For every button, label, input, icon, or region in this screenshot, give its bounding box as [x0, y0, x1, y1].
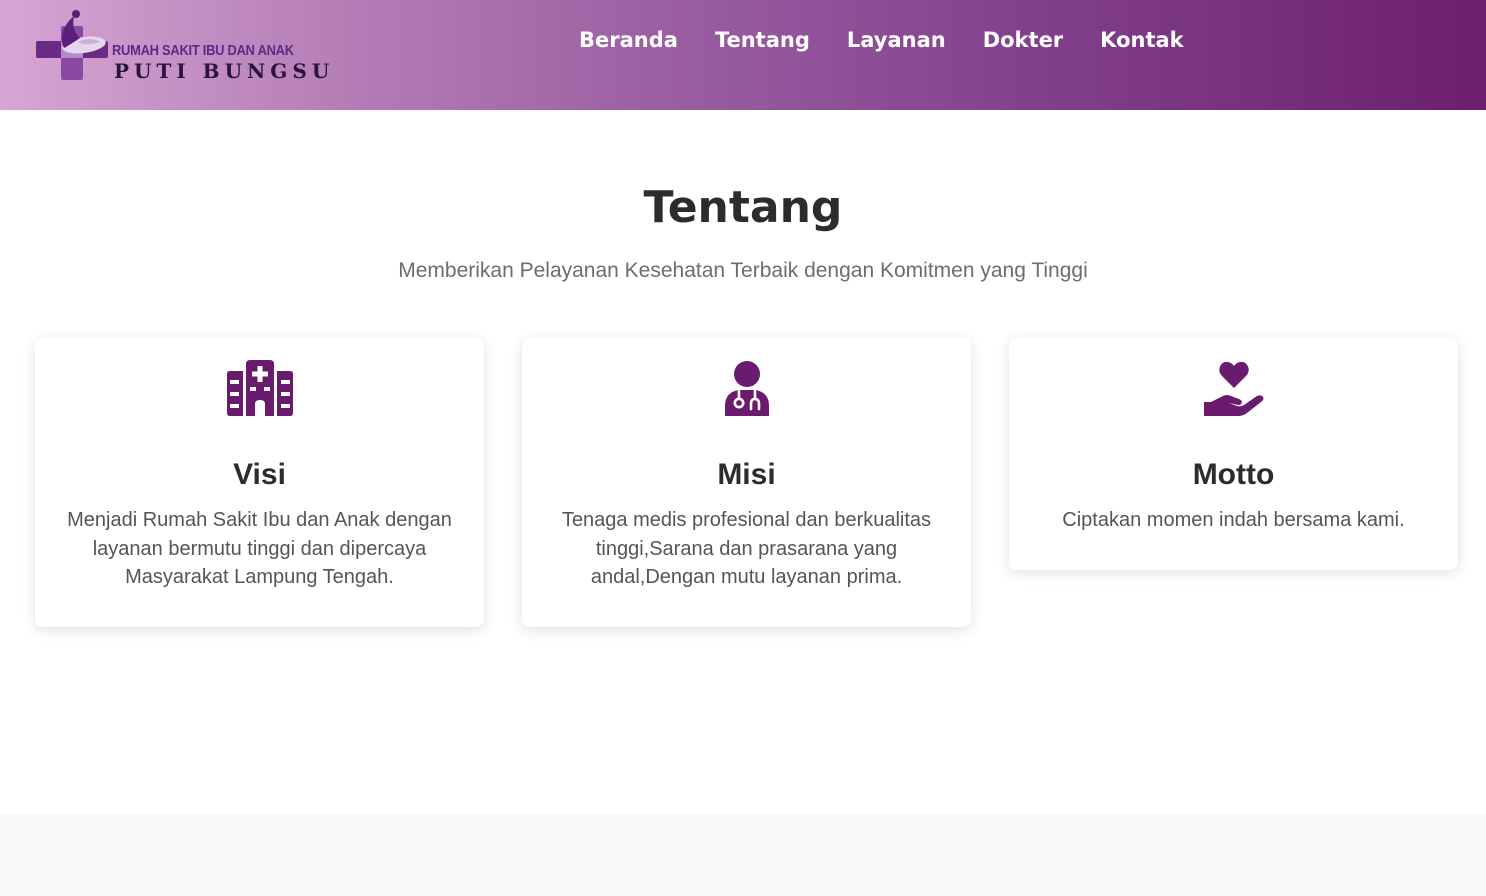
motto-title: Motto — [1192, 458, 1275, 491]
logo-line-2: PUTI BUNGSU — [114, 59, 335, 83]
hand-holding-heart-icon — [1203, 361, 1263, 416]
misi-title: Misi — [717, 458, 776, 491]
misi-card: Misi Tenaga medis profesional dan berkua… — [522, 338, 971, 627]
hospital-icon — [226, 360, 293, 416]
nav-link-layanan[interactable]: Layanan — [847, 26, 946, 54]
motto-card: Motto Ciptakan momen indah bersama kami. — [1009, 338, 1458, 570]
main-navigation: Beranda Tentang Layanan Dokter Kontak — [579, 26, 1221, 54]
misi-text: Tenaga medis profesional dan berkualitas… — [561, 509, 932, 588]
nav-link-beranda[interactable]: Beranda — [579, 26, 678, 54]
doctor-icon — [724, 361, 769, 416]
nav-link-kontak[interactable]: Kontak — [1100, 26, 1183, 54]
hospital-logo[interactable]: RUMAH SAKIT IBU DAN ANAK PUTI BUNGSU — [34, 8, 329, 88]
section-subtitle: Memberikan Pelayanan Kesehatan Terbaik d… — [398, 259, 1088, 282]
logo-line-1: RUMAH SAKIT IBU DAN ANAK — [112, 42, 294, 59]
visi-text: Menjadi Rumah Sakit Ibu dan Anak dengan … — [67, 509, 452, 588]
next-section-background — [0, 814, 1486, 896]
nav-link-dokter[interactable]: Dokter — [983, 26, 1063, 54]
site-header: RUMAH SAKIT IBU DAN ANAK PUTI BUNGSU Ber… — [0, 0, 1486, 110]
motto-text: Ciptakan momen indah bersama kami. — [1062, 509, 1405, 531]
visi-title: Visi — [233, 458, 286, 491]
visi-card: Visi Menjadi Rumah Sakit Ibu dan Anak de… — [35, 338, 484, 627]
section-title: Tentang — [643, 182, 843, 233]
mother-child-cross-logo-icon — [36, 10, 108, 80]
nav-link-tentang[interactable]: Tentang — [715, 26, 810, 54]
